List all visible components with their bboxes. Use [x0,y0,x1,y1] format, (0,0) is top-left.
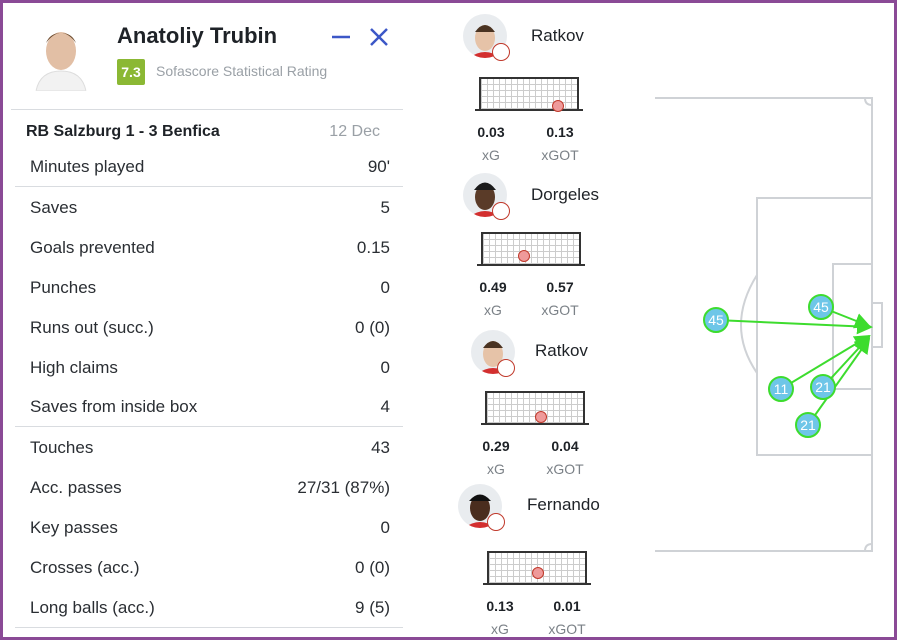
divider [11,109,403,110]
shooter-name: Ratkov [535,341,588,360]
shot-location [552,100,564,112]
stat-label: Minutes played [30,157,145,176]
close-button[interactable] [367,25,391,49]
match-date: 12 Dec [329,123,380,140]
stat-label: Long balls (acc.) [30,598,155,617]
stat-value: 4 [380,397,390,416]
stat-label: Punches [30,278,97,297]
shot-location [532,567,544,579]
rating-label: Sofascore Statistical Rating [156,63,328,79]
player-avatar [30,21,92,91]
xg-value: 0.49 [479,279,507,295]
shot-trajectory [715,318,873,335]
shooter-name: Ratkov [531,26,584,45]
xgot-value: 0.01 [553,598,581,614]
stat-label: Acc. passes [30,478,122,497]
xgot-value: 0.04 [551,438,579,454]
stat-label: Saves from inside box [30,397,198,416]
xg-label: xG [484,302,502,318]
xgot-value: 0.57 [546,279,574,295]
shot-number: 45 [813,299,829,315]
xg-value: 0.29 [482,438,510,454]
stat-value: 43 [371,438,390,457]
xg-label: xG [487,461,505,477]
shooter-name: Dorgeles [531,185,600,204]
rating-badge: 7.3 [117,59,145,85]
pitch-corner-bottom [864,543,873,552]
stat-label: High claims [30,358,118,377]
stat-value: 0 (0) [355,558,390,577]
xgot-label: xGOT [541,147,579,163]
player-stats-panel: Anatoliy Trubin 7.3 Sofascore Statistica… [0,0,897,640]
shot-number: 21 [800,417,816,433]
xg-label: xG [482,147,500,163]
xgot-value: 0.13 [546,124,574,140]
stat-label: Runs out (succ.) [30,318,154,337]
pitch-outline [655,97,873,552]
club-badge-icon [492,202,510,220]
stat-value: 9 (5) [355,598,390,617]
shooter-name: Fernando [527,495,600,514]
stat-value: 0.15 [356,238,390,257]
xg-value: 0.03 [477,124,505,140]
pitch-corner-top [864,97,873,106]
xg-label: xG [491,621,509,637]
shot-location [518,250,530,262]
divider [15,426,403,427]
club-badge-icon [497,359,515,377]
stat-value: 0 (0) [355,318,390,337]
player-name: Anatoliy Trubin [117,23,278,48]
xgot-label: xGOT [546,461,584,477]
stat-value: 90' [367,157,390,176]
shot-location [535,411,547,423]
xg-value: 0.13 [486,598,514,614]
club-badge-icon [492,43,510,61]
stat-label: Crosses (acc.) [30,558,140,577]
shot-number: 11 [774,381,789,397]
pitch-map: 45 45 11 21 21 [655,97,883,552]
stat-value: 27/31 (87%) [297,478,390,497]
stat-label: Saves [30,198,78,217]
stat-label: Touches [30,438,94,457]
stat-value: 0 [380,358,390,377]
goal-frame [477,232,585,266]
club-badge-icon [487,513,505,531]
stat-label: Key passes [30,518,118,537]
divider [15,627,403,628]
goal-frame [481,391,589,425]
stat-value: 5 [380,198,390,217]
divider [15,186,403,187]
minimize-button[interactable] [329,25,353,49]
shot-number: 21 [815,379,831,395]
stat-value: 0 [380,518,390,537]
stat-label: Goals prevented [30,238,155,257]
goal-frame [475,77,583,112]
stat-value: 0 [380,278,390,297]
xgot-label: xGOT [541,302,579,318]
shot-number: 45 [708,312,724,328]
penalty-arc [740,274,758,374]
goal-mouth [871,302,883,348]
goal-frame [483,551,591,585]
match-title: RB Salzburg 1 - 3 Benfica [26,123,220,140]
xgot-label: xGOT [548,621,586,637]
